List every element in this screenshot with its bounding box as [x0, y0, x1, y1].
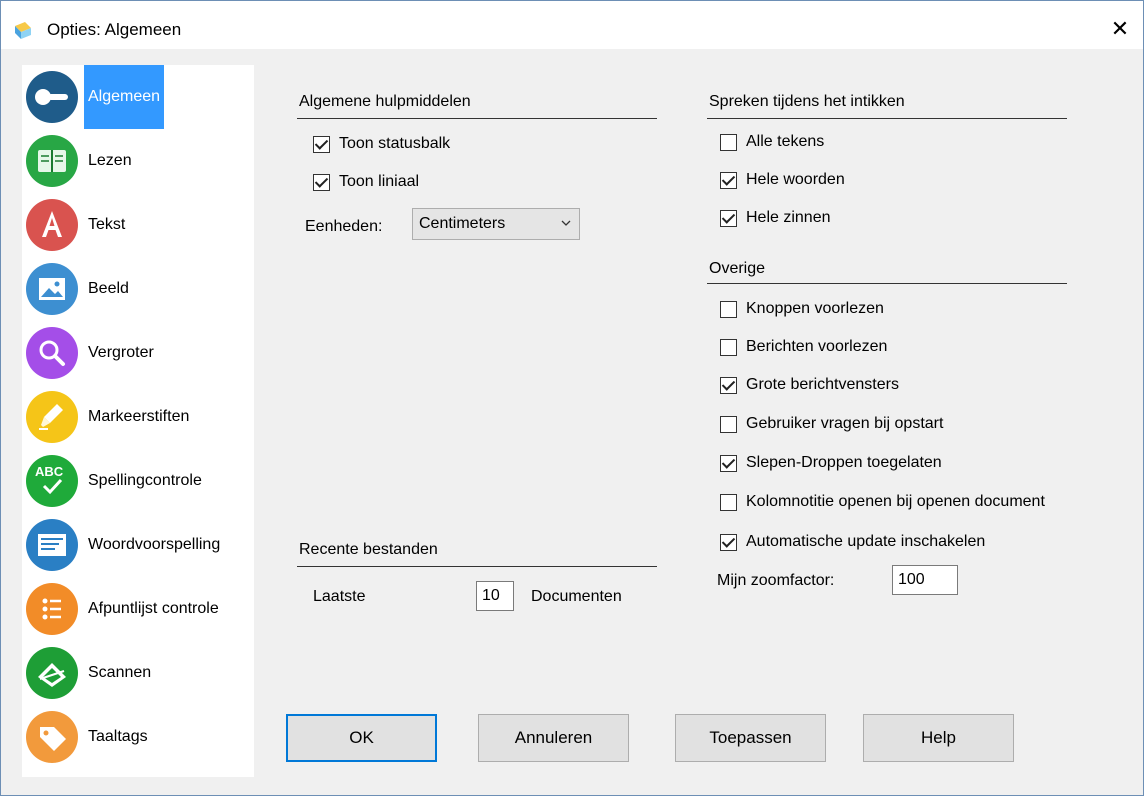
section-divider [707, 283, 1067, 284]
sidebar-item-label: Taaltags [88, 728, 148, 745]
checkbox-box[interactable] [720, 133, 737, 151]
checkbox-label: Hele woorden [746, 171, 845, 188]
drag-drop-allowed-checkbox[interactable]: Slepen-Droppen toegelaten [720, 450, 942, 476]
image-icon [26, 263, 78, 315]
sidebar-item-vergroter[interactable]: Vergroter [22, 321, 254, 385]
speak-whole-words-checkbox[interactable]: Hele woorden [720, 167, 845, 193]
section-title-speak: Spreken tijdens het intikken [709, 93, 905, 110]
show-ruler-checkbox[interactable]: Toon liniaal [313, 169, 419, 195]
marker-icon [26, 391, 78, 443]
checkbox-label: Slepen-Droppen toegelaten [746, 454, 942, 471]
read-messages-checkbox[interactable]: Berichten voorlezen [720, 334, 887, 360]
auto-update-checkbox[interactable]: Automatische update inschakelen [720, 529, 985, 555]
sidebar-item-label: Tekst [88, 216, 126, 233]
units-selected-value: Centimeters [419, 215, 506, 232]
checkbox-box[interactable] [720, 454, 737, 472]
checkbox-label: Toon statusbalk [339, 135, 451, 152]
checkbox-label: Alle tekens [746, 133, 825, 150]
magnifier-icon [26, 327, 78, 379]
chevron-down-icon [561, 220, 571, 226]
abc-check-icon: ABC [26, 455, 78, 507]
checkbox-label: Knoppen voorlezen [746, 300, 884, 317]
sidebar-item-label: Lezen [88, 152, 132, 169]
ok-button[interactable]: OK [286, 714, 437, 762]
section-title-recent: Recente bestanden [299, 541, 438, 558]
category-sidebar: Algemeen Lezen Tekst Beeld Vergroter Mar… [22, 65, 254, 777]
checkbox-box[interactable] [720, 533, 737, 551]
large-message-windows-checkbox[interactable]: Grote berichtvensters [720, 372, 899, 398]
letter-a-icon [26, 199, 78, 251]
show-statusbar-checkbox[interactable]: Toon statusbalk [313, 131, 450, 157]
sidebar-item-tekst[interactable]: Tekst [22, 193, 254, 257]
key-icon [26, 71, 78, 123]
checkbox-box[interactable] [720, 300, 737, 318]
sidebar-item-taaltags[interactable]: Taaltags [22, 705, 254, 769]
help-button[interactable]: Help [863, 714, 1014, 762]
sidebar-item-woordvoorspelling[interactable]: Woordvoorspelling [22, 513, 254, 577]
sidebar-item-scannen[interactable]: Scannen [22, 641, 254, 705]
checkbox-box[interactable] [720, 415, 737, 433]
checkbox-label: Berichten voorlezen [746, 338, 888, 355]
sidebar-item-lezen[interactable]: Lezen [22, 129, 254, 193]
read-buttons-checkbox[interactable]: Knoppen voorlezen [720, 296, 884, 322]
sidebar-item-label: Woordvoorspelling [88, 536, 221, 553]
section-divider [297, 566, 657, 567]
sidebar-item-label: Markeerstiften [88, 408, 190, 425]
sidebar-item-label: Spellingcontrole [88, 472, 202, 489]
speak-whole-sentences-checkbox[interactable]: Hele zinnen [720, 205, 831, 231]
open-column-note-checkbox[interactable]: Kolomnotitie openen bij openen document [720, 489, 1045, 515]
zoom-label: Mijn zoomfactor: [717, 572, 835, 589]
section-title-other: Overige [709, 260, 766, 277]
title-bar: Opties: Algemeen ✕ [1, 1, 1143, 49]
recent-prefix-label: Laatste [313, 588, 366, 605]
scanner-icon [26, 647, 78, 699]
checkbox-label: Gebruiker vragen bij opstart [746, 415, 944, 432]
section-divider [707, 118, 1067, 119]
checkbox-box[interactable] [313, 135, 330, 153]
zoom-factor-input[interactable]: 100 [892, 565, 958, 595]
speak-all-chars-checkbox[interactable]: Alle tekens [720, 129, 824, 155]
app-logo-icon [15, 22, 31, 39]
sidebar-item-label: Afpuntlijst controle [88, 600, 219, 617]
section-title-general: Algemene hulpmiddelen [299, 93, 471, 110]
sidebar-item-beeld[interactable]: Beeld [22, 257, 254, 321]
sidebar-item-spellingcontrole[interactable]: ABC Spellingcontrole [22, 449, 254, 513]
close-icon[interactable]: ✕ [1103, 13, 1137, 45]
recent-suffix-label: Documenten [531, 588, 622, 605]
sidebar-item-markeerstiften[interactable]: Markeerstiften [22, 385, 254, 449]
checkbox-box[interactable] [720, 376, 737, 394]
abc-text: ABC [35, 464, 64, 479]
checkbox-box[interactable] [720, 209, 737, 227]
book-icon [26, 135, 78, 187]
window-title: Opties: Algemeen [47, 20, 182, 39]
prediction-icon [26, 519, 78, 571]
sidebar-item-algemeen[interactable]: Algemeen [22, 65, 254, 129]
sidebar-item-label: Algemeen [84, 65, 165, 129]
apply-button[interactable]: Toepassen [675, 714, 826, 762]
section-divider [297, 118, 657, 119]
recent-count-input[interactable]: 10 [476, 581, 514, 611]
checkbox-label: Kolomnotitie openen bij openen document [746, 493, 1045, 510]
ask-user-on-startup-checkbox[interactable]: Gebruiker vragen bij opstart [720, 411, 943, 437]
checkbox-box[interactable] [720, 338, 737, 356]
sidebar-item-label: Vergroter [88, 344, 154, 361]
sidebar-item-afpuntlijst-controle[interactable]: Afpuntlijst controle [22, 577, 254, 641]
checkbox-label: Automatische update inschakelen [746, 533, 986, 550]
cancel-button[interactable]: Annuleren [478, 714, 629, 762]
checkbox-box[interactable] [313, 173, 330, 191]
checkbox-box[interactable] [720, 493, 737, 511]
checkbox-label: Toon liniaal [339, 173, 420, 190]
units-dropdown[interactable]: Centimeters [412, 208, 580, 240]
sidebar-item-label: Beeld [88, 280, 129, 297]
units-label: Eenheden: [305, 218, 383, 235]
checkbox-label: Grote berichtvensters [746, 376, 899, 393]
tag-icon [26, 711, 78, 763]
checkbox-box[interactable] [720, 171, 737, 189]
checklist-icon [26, 583, 78, 635]
sidebar-item-label: Scannen [88, 664, 152, 681]
checkbox-label: Hele zinnen [746, 209, 831, 226]
options-dialog: Opties: Algemeen ✕ Algemeen Lezen Tekst [0, 0, 1144, 796]
